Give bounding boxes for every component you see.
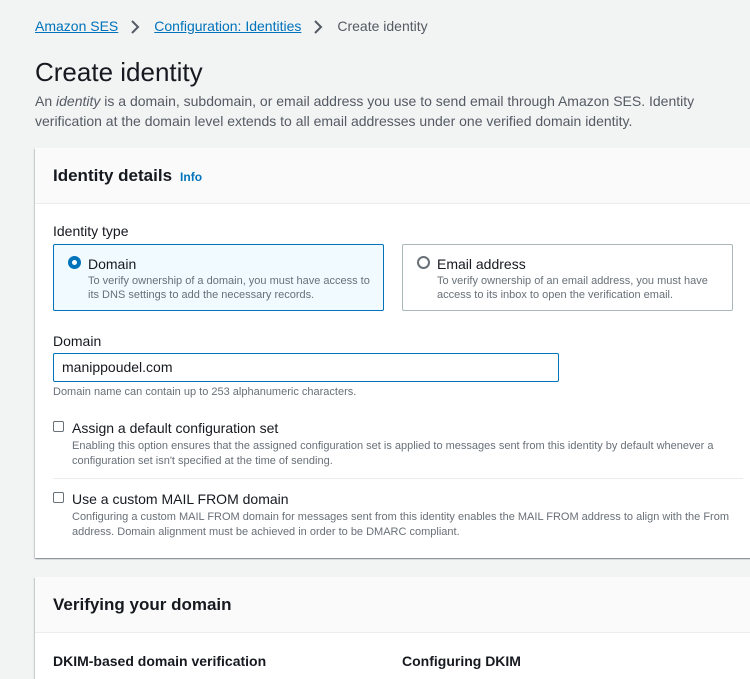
default-config-set-option: Assign a default configuration set Enabl… <box>53 420 733 469</box>
identity-type-label: Identity type <box>53 223 129 239</box>
identity-type-domain-tile[interactable]: Domain To verify ownership of a domain, … <box>53 244 384 311</box>
custom-mail-from-title: Use a custom MAIL FROM domain <box>72 491 289 507</box>
chevron-right-icon <box>130 19 142 34</box>
dkim-verification-heading: DKIM-based domain verification <box>53 653 267 669</box>
domain-input[interactable]: manippoudel.com <box>53 353 559 382</box>
default-config-set-description: Enabling this option ensures that the as… <box>72 440 714 467</box>
breadcrumb: Amazon SES Configuration: Identities Cre… <box>35 18 428 34</box>
chevron-right-icon <box>313 19 325 34</box>
identity-details-header: Identity details Info <box>35 148 750 204</box>
default-config-set-title: Assign a default configuration set <box>72 420 279 436</box>
page-title: Create identity <box>35 57 203 87</box>
identity-details-title: Identity details <box>53 165 173 185</box>
email-option-title: Email address <box>437 256 526 272</box>
custom-mail-from-checkbox[interactable] <box>53 492 64 503</box>
page-description: An identity is a domain, subdomain, or e… <box>35 91 747 131</box>
breadcrumb-identities-link[interactable]: Configuration: Identities <box>154 18 301 34</box>
identity-type-email-tile[interactable]: Email address To verify ownership of an … <box>402 244 733 311</box>
identity-details-panel: Identity details Info Identity type Doma… <box>35 148 750 558</box>
configuring-dkim-heading: Configuring DKIM <box>402 653 521 669</box>
page-description-part: is a domain, subdomain, or email address… <box>35 93 695 129</box>
email-address-radio[interactable] <box>417 256 430 269</box>
info-link[interactable]: Info <box>180 170 202 184</box>
domain-option-description: To verify ownership of a domain, you mus… <box>88 275 370 301</box>
custom-mail-from-option: Use a custom MAIL FROM domain Configurin… <box>53 491 733 540</box>
domain-option-title: Domain <box>88 256 137 272</box>
verifying-domain-header: Verifying your domain <box>35 577 750 633</box>
page-description-term: identity <box>56 93 101 109</box>
page-description-part: An <box>35 93 57 109</box>
domain-hint: Domain name can contain up to 253 alphan… <box>53 386 357 398</box>
default-config-set-checkbox[interactable] <box>53 421 64 432</box>
custom-mail-from-description: Configuring a custom MAIL FROM domain fo… <box>72 511 730 538</box>
domain-radio[interactable] <box>68 256 81 269</box>
breadcrumb-amazon-ses-link[interactable]: Amazon SES <box>35 18 118 34</box>
verifying-domain-title: Verifying your domain <box>53 594 232 614</box>
divider <box>53 478 743 479</box>
breadcrumb-current: Create identity <box>337 18 428 34</box>
domain-label: Domain <box>53 333 102 349</box>
email-option-description: To verify ownership of an email address,… <box>437 275 708 301</box>
verifying-domain-panel: Verifying your domain DKIM-based domain … <box>35 577 750 679</box>
